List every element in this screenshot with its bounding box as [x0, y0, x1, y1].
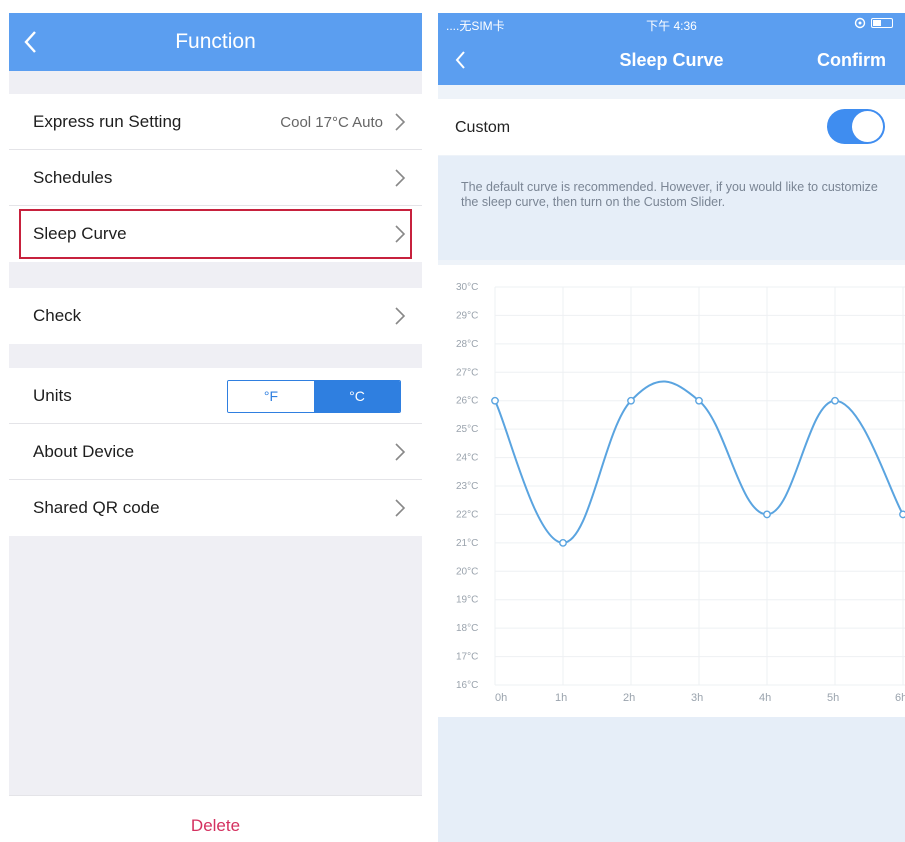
unit-fahrenheit-option[interactable]: °F: [228, 381, 314, 412]
chevron-right-icon: [395, 307, 406, 325]
chevron-right-icon: [395, 169, 406, 187]
function-screen: Function Express run Setting Cool 17°C A…: [9, 13, 422, 842]
chevron-right-icon: [395, 499, 406, 517]
curve-point: [763, 510, 771, 519]
curve-point: [559, 538, 567, 547]
y-tick-label: 21°C: [456, 538, 478, 549]
page-title: Function: [175, 30, 256, 53]
y-tick-label: 16°C: [456, 680, 478, 691]
toggle-knob: [852, 111, 883, 142]
y-tick-label: 19°C: [456, 595, 478, 606]
schedules-row[interactable]: Schedules: [9, 150, 422, 206]
custom-row: Custom: [438, 99, 905, 155]
orientation-lock-icon: [854, 17, 866, 29]
status-bar: ....无SIM卡 下午 4:36: [438, 13, 905, 35]
y-tick-label: 23°C: [456, 481, 478, 492]
unit-celsius-option[interactable]: °C: [314, 381, 400, 412]
y-tick-label: 24°C: [456, 453, 478, 464]
footer-panel: [438, 717, 905, 842]
y-tick-label: 17°C: [456, 652, 478, 663]
curve-point: [695, 396, 703, 405]
delete-button[interactable]: Delete: [9, 816, 422, 836]
sleep-curve-svg: 16°C 17°C 18°C 19°C 20°C 21°C 22°C 23°C 24°C 25°C…: [456, 282, 905, 704]
x-tick-label: 6h: [895, 692, 905, 704]
y-tick-label: 30°C: [456, 282, 478, 293]
sleep-curve-screen: ....无SIM卡 下午 4:36 Sleep Curve Confirm Cu…: [438, 13, 905, 842]
custom-toggle-switch[interactable]: [827, 109, 885, 144]
x-tick-label: 4h: [759, 692, 771, 704]
function-nav-bar: Function: [9, 13, 422, 71]
y-tick-label: 18°C: [456, 623, 478, 634]
units-label: Units: [33, 386, 72, 405]
curve-point: [831, 396, 839, 405]
check-label: Check: [33, 306, 82, 325]
express-run-setting-row[interactable]: Express run Setting Cool 17°C Auto: [9, 94, 422, 150]
x-tick-label: 5h: [827, 692, 839, 704]
express-run-label: Express run Setting: [33, 112, 182, 131]
battery-area: [854, 17, 893, 29]
sleep-curve-label: Sleep Curve: [33, 224, 127, 243]
check-row[interactable]: Check: [9, 288, 422, 344]
y-tick-label: 25°C: [456, 424, 478, 435]
curve-point: [899, 510, 905, 519]
delete-bar: Delete: [9, 795, 422, 842]
hint-text: The default curve is recommended. Howeve…: [461, 180, 878, 209]
chevron-right-icon: [395, 443, 406, 461]
units-segmented-control[interactable]: °F °C: [227, 380, 401, 413]
curve-point: [627, 396, 635, 405]
schedules-label: Schedules: [33, 168, 113, 187]
settings-group-2: Check: [9, 288, 422, 344]
chevron-right-icon: [395, 225, 406, 243]
settings-group-1: Express run Setting Cool 17°C Auto Sched…: [9, 94, 422, 262]
x-tick-label: 0h: [495, 692, 507, 704]
battery-icon: [871, 18, 893, 28]
shared-qr-code-label: Shared QR code: [33, 498, 160, 517]
settings-group-3: Units °F °C About Device Shared QR code: [9, 368, 422, 536]
x-tick-label: 3h: [691, 692, 703, 704]
y-tick-label: 26°C: [456, 396, 478, 407]
about-device-row[interactable]: About Device: [9, 424, 422, 480]
y-tick-label: 22°C: [456, 509, 478, 520]
sleep-curve-row[interactable]: Sleep Curve: [9, 206, 422, 262]
y-tick-label: 29°C: [456, 310, 478, 321]
sleep-curve-nav-bar: Sleep Curve Confirm: [438, 35, 905, 85]
y-tick-label: 20°C: [456, 566, 478, 577]
confirm-button[interactable]: Confirm: [817, 50, 886, 71]
hint-panel: The default curve is recommended. Howeve…: [438, 156, 905, 260]
status-time: 下午 4:36: [646, 19, 697, 33]
curve-point: [491, 396, 499, 405]
about-device-label: About Device: [33, 442, 135, 461]
y-tick-label: 27°C: [456, 367, 478, 378]
x-tick-label: 2h: [623, 692, 635, 704]
shared-qr-code-row[interactable]: Shared QR code: [9, 480, 422, 536]
x-tick-label: 1h: [555, 692, 567, 704]
custom-label: Custom: [455, 119, 511, 136]
y-tick-label: 28°C: [456, 339, 478, 350]
units-row: Units °F °C: [9, 368, 422, 424]
sleep-curve-chart: 16°C 17°C 18°C 19°C 20°C 21°C 22°C 23°C 24°C 25°C…: [438, 265, 905, 717]
chevron-right-icon: [395, 113, 406, 131]
express-run-value: Cool 17°C Auto: [280, 114, 383, 131]
